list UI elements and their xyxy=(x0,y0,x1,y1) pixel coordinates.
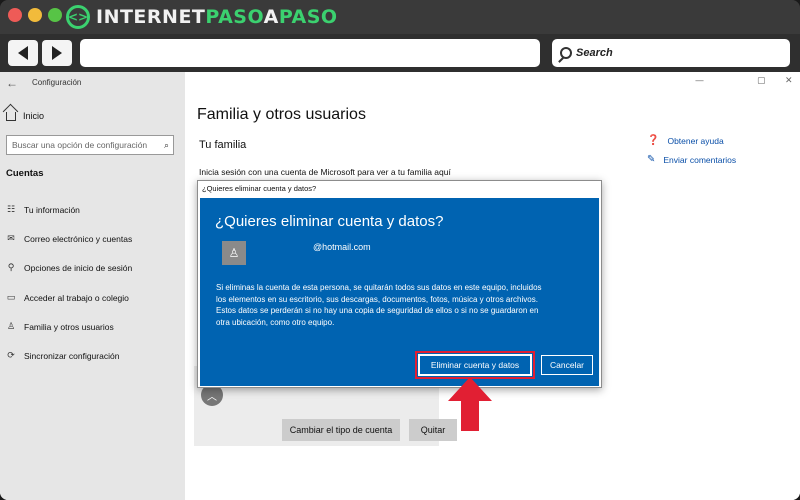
send-feedback-link[interactable]: ✎ Enviar comentarios xyxy=(647,154,736,165)
message-line: otra ubicación, como otro equipo. xyxy=(216,317,335,327)
dialog-message: Si eliminas la cuenta de esta persona, s… xyxy=(216,282,586,328)
window-title: Configuración xyxy=(32,78,82,87)
account-email: @hotmail.com xyxy=(313,242,371,252)
search-input[interactable]: Search xyxy=(552,39,790,67)
user-avatar-icon: ♙ xyxy=(222,241,246,265)
close-icon[interactable]: ✕ xyxy=(785,76,793,86)
person-icon: ♙ xyxy=(6,322,16,332)
sidebar-item-label: Inicio xyxy=(23,111,45,121)
message-line: Estos datos se perderán si no hay una co… xyxy=(216,306,539,316)
search-label: Search xyxy=(576,47,613,59)
person-card-icon: ☷ xyxy=(6,205,16,215)
sidebar-item-sincronizar[interactable]: ⟳ Sincronizar configuración xyxy=(6,351,119,361)
settings-sidebar: ← Configuración Inicio Buscar una opción… xyxy=(0,72,185,500)
sidebar-item-inicio[interactable]: Inicio xyxy=(6,111,44,121)
link-label: Enviar comentarios xyxy=(663,154,737,165)
logo-icon: <> xyxy=(66,5,90,29)
briefcase-icon: ▭ xyxy=(6,293,16,303)
home-icon xyxy=(6,111,16,121)
browser-window: <> INTERNETPASOAPASO Search ← Configurac… xyxy=(0,0,800,500)
sidebar-item-label: Acceder al trabajo o colegio xyxy=(24,293,129,303)
change-account-type-button[interactable]: Cambiar el tipo de cuenta xyxy=(282,419,400,441)
search-icon xyxy=(560,47,572,59)
delete-account-dialog: ¿Quieres eliminar cuenta y datos? ¿Quier… xyxy=(197,180,602,388)
arrow-left-icon[interactable]: ← xyxy=(6,76,18,90)
sidebar-item-inicio-sesion[interactable]: ⚲ Opciones de inicio de sesión xyxy=(6,263,133,273)
key-icon: ⚲ xyxy=(7,263,15,273)
section-subtitle: Tu familia xyxy=(199,139,247,151)
sync-icon: ⟳ xyxy=(7,351,15,361)
cancel-button[interactable]: Cancelar xyxy=(541,355,593,375)
address-bar[interactable] xyxy=(80,39,540,67)
search-icon: ⌕ xyxy=(163,140,169,150)
pointer-arrow-icon xyxy=(448,377,492,431)
sidebar-item-label: Opciones de inicio de sesión xyxy=(24,263,133,273)
message-line: los elementos en su escritorio, sus desc… xyxy=(216,294,538,304)
arrow-left-icon xyxy=(18,46,28,60)
help-chat-icon: ❓ xyxy=(647,135,660,146)
dialog-window-title: ¿Quieres eliminar cuenta y datos? xyxy=(202,184,317,193)
dialog-body: ¿Quieres eliminar cuenta y datos? ♙ @hot… xyxy=(200,198,599,386)
browser-title-bar: <> INTERNETPASOAPASO xyxy=(0,0,800,34)
sidebar-item-tu-informacion[interactable]: ☷ Tu información xyxy=(6,205,80,215)
section-title: Cuentas xyxy=(6,168,44,179)
forward-button[interactable] xyxy=(42,40,72,66)
message-line: Si eliminas la cuenta de esta persona, s… xyxy=(216,283,542,292)
zoom-window-dot[interactable] xyxy=(48,8,62,22)
maximize-icon[interactable]: ▢ xyxy=(757,76,766,86)
settings-search-input[interactable]: Buscar una opción de configuración ⌕ xyxy=(6,135,174,155)
link-label: Obtener ayuda xyxy=(667,135,724,146)
arrow-right-icon xyxy=(52,46,62,60)
sidebar-item-label: Correo electrónico y cuentas xyxy=(24,234,133,244)
sidebar-item-label: Familia y otros usuarios xyxy=(24,322,114,332)
dialog-heading: ¿Quieres eliminar cuenta y datos? xyxy=(215,213,444,230)
logo-text: INTERNETPASOAPASO xyxy=(96,6,338,28)
sidebar-item-correo[interactable]: ✉ Correo electrónico y cuentas xyxy=(6,234,132,244)
back-button[interactable] xyxy=(8,40,38,66)
close-window-dot[interactable] xyxy=(8,8,22,22)
intro-text: Inicia sesión con una cuenta de Microsof… xyxy=(199,167,451,177)
site-logo: <> INTERNETPASOAPASO xyxy=(66,4,338,30)
sidebar-item-label: Tu información xyxy=(24,205,80,215)
get-help-link[interactable]: ❓ Obtener ayuda xyxy=(647,135,724,146)
search-placeholder: Buscar una opción de configuración xyxy=(12,140,148,150)
minimize-icon[interactable]: — xyxy=(695,76,704,86)
mail-icon: ✉ xyxy=(7,234,15,244)
minimize-window-dot[interactable] xyxy=(28,8,42,22)
sidebar-item-familia[interactable]: ♙ Familia y otros usuarios xyxy=(6,322,114,332)
feedback-icon: ✎ xyxy=(647,154,656,165)
page-title: Familia y otros usuarios xyxy=(197,106,366,123)
sidebar-item-trabajo[interactable]: ▭ Acceder al trabajo o colegio xyxy=(6,293,129,303)
delete-account-button[interactable]: Eliminar cuenta y datos xyxy=(415,351,535,379)
browser-toolbar: Search xyxy=(0,34,800,72)
sidebar-item-label: Sincronizar configuración xyxy=(24,351,120,361)
